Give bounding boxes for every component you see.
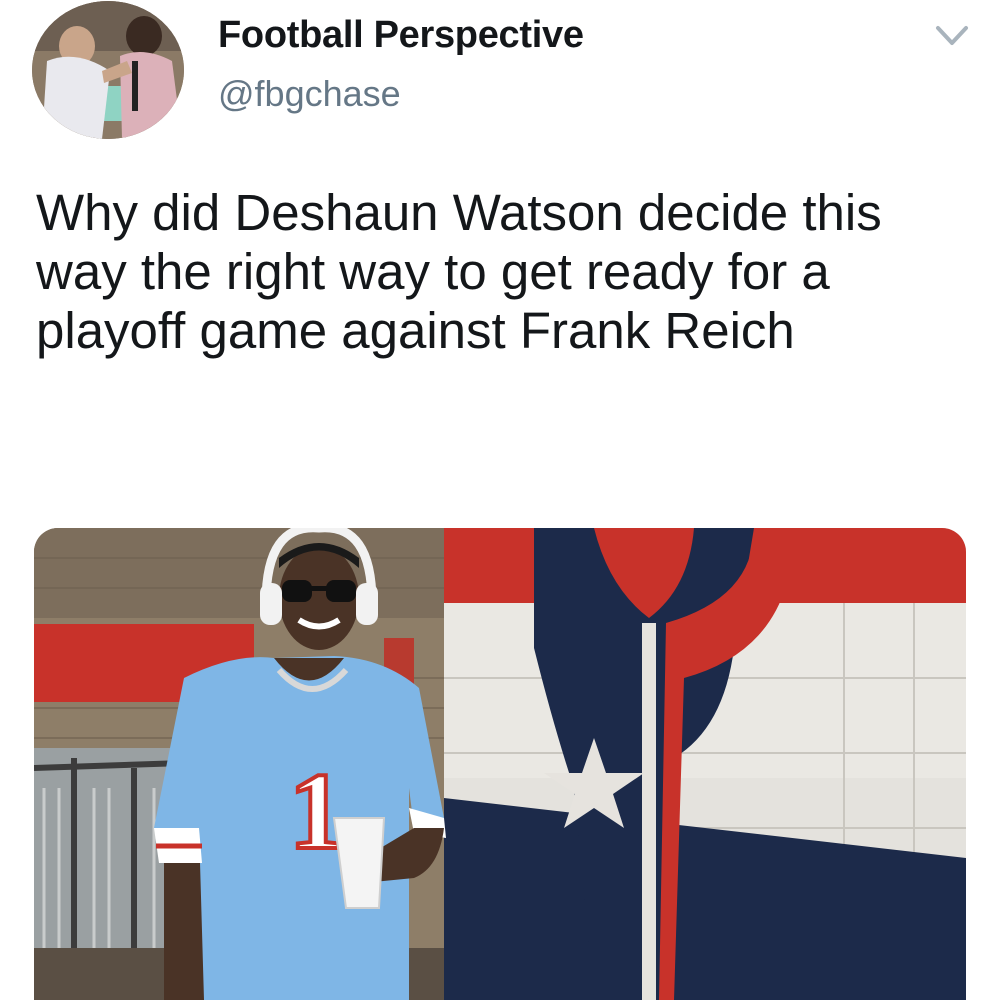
profile-avatar[interactable]	[32, 1, 184, 139]
avatar-photo	[32, 1, 184, 139]
chevron-down-icon[interactable]	[932, 16, 972, 56]
display-name[interactable]: Football Perspective	[218, 14, 584, 57]
user-handle[interactable]: @fbgchase	[218, 73, 401, 115]
tweet-text: Why did Deshaun Watson decide this way t…	[36, 184, 882, 359]
jersey-number: 1	[289, 750, 344, 872]
tweet-media-photo[interactable]: 1	[34, 528, 966, 1000]
